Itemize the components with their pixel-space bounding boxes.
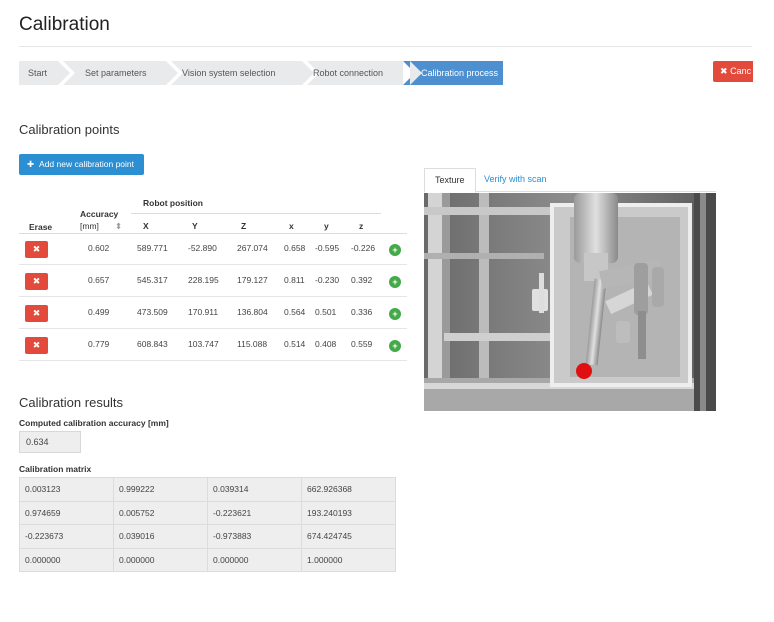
page-title: Calibration [19,14,110,35]
header-X: X [143,221,149,231]
step-vision-system-selection[interactable]: Vision system selection [171,61,314,85]
title-divider [19,46,752,47]
add-calibration-point-button[interactable]: ✚ Add new calibration point [19,154,144,175]
plus-circle-icon[interactable]: + [389,276,401,288]
matrix-row: 0.000000 0.000000 0.000000 1.000000 [19,547,396,572]
accuracy-header[interactable]: Accuracy [80,209,118,219]
header-x: x [289,221,294,231]
header-z: z [359,221,364,231]
plus-circle-icon[interactable]: + [389,308,401,320]
erase-button[interactable]: ✖ [25,241,48,258]
computed-accuracy-field: 0.634 [19,431,81,453]
step-start[interactable]: Start [19,61,70,85]
step-robot-connection[interactable]: Robot connection [307,61,422,85]
erase-header: Erase [29,222,53,232]
step-set-parameters[interactable]: Set parameters [63,61,178,85]
plus-icon: ✚ [27,159,35,169]
plus-circle-icon[interactable]: + [389,340,401,352]
accuracy-unit: [mm] [80,221,99,231]
close-icon: ✖ [32,276,41,286]
table-row: ✖ 0.779 608.843 103.747 115.088 0.514 0.… [19,330,407,361]
table-row: ✖ 0.657 545.317 228.195 179.127 0.811 -0… [19,266,407,297]
robot-position-header: Robot position [143,198,203,208]
erase-button[interactable]: ✖ [25,337,48,354]
matrix-row: 0.974659 0.005752 -0.223621 193.240193 [19,500,396,525]
close-icon: ✖ [32,340,41,350]
erase-button[interactable]: ✖ [25,305,48,322]
matrix-row: 0.003123 0.999222 0.039314 662.926368 [19,477,396,502]
matrix-row: -0.223673 0.039016 -0.973883 674.424745 [19,524,396,549]
close-icon: ✖ [32,308,41,318]
erase-button[interactable]: ✖ [25,273,48,290]
header-Y: Y [192,221,198,231]
cancel-button-label: Canc [730,66,752,76]
cancel-button[interactable]: ✖ Canc [713,61,753,82]
header-y: y [324,221,329,231]
close-icon: ✖ [32,244,41,254]
tab-texture[interactable]: Texture [424,168,476,193]
sort-icon[interactable]: ⬍ [115,221,122,232]
accuracy-field-label: Computed calibration accuracy [mm] [19,418,169,428]
tab-verify-with-scan[interactable]: Verify with scan [474,168,557,192]
header-Z: Z [241,221,247,231]
add-calibration-point-label: Add new calibration point [39,159,135,169]
plus-circle-icon[interactable]: + [389,244,401,256]
calibration-matrix: 0.003123 0.999222 0.039314 662.926368 0.… [19,477,396,572]
camera-texture-image [424,193,716,411]
close-icon: ✖ [720,66,728,76]
calibration-points-heading: Calibration points [19,122,120,137]
table-row: ✖ 0.499 473.509 170.911 136.804 0.564 0.… [19,298,407,329]
view-tabs: Texture Verify with scan [424,168,716,193]
calibration-results-heading: Calibration results [19,395,124,410]
calibration-matrix-label: Calibration matrix [19,464,92,474]
table-row: ✖ 0.602 589.771 -52.890 267.074 0.658 -0… [19,234,407,265]
